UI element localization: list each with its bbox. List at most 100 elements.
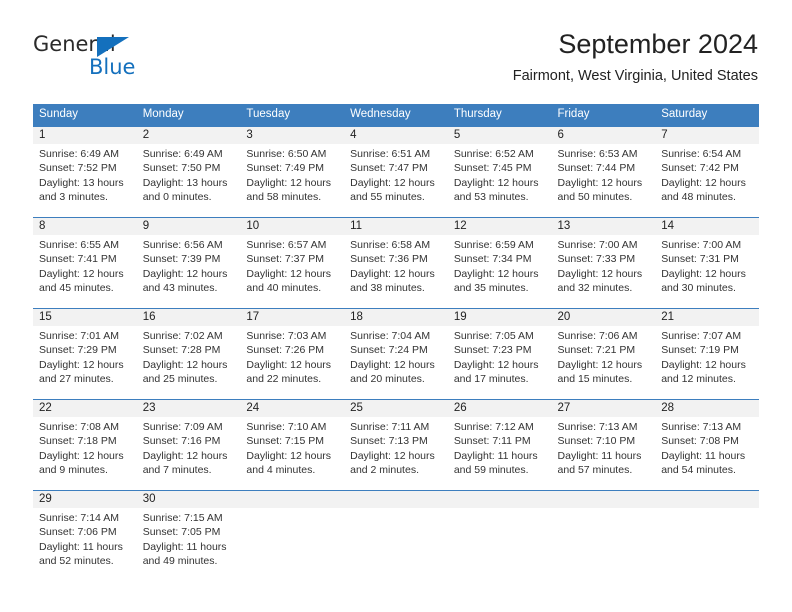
day-cell[interactable]: 22 Sunrise: 7:08 AM Sunset: 7:18 PM Dayl… — [33, 400, 137, 490]
day-cell-empty — [448, 491, 552, 581]
weekday-header-sunday: Sunday — [39, 108, 79, 120]
daylight-text-line2: and 17 minutes. — [453, 372, 529, 385]
daylight-text-line1: Daylight: 12 hours — [142, 267, 228, 280]
week-row: 8 Sunrise: 6:55 AM Sunset: 7:41 PM Dayli… — [33, 217, 759, 308]
sunset-text: Sunset: 7:10 PM — [557, 435, 636, 448]
day-number: 15 — [39, 311, 52, 323]
daylight-text-line1: Daylight: 12 hours — [142, 358, 228, 371]
day-cell[interactable]: 27 Sunrise: 7:13 AM Sunset: 7:10 PM Dayl… — [552, 400, 656, 490]
day-details: Sunrise: 6:57 AM Sunset: 7:37 PM Dayligh… — [246, 235, 339, 295]
day-details: Sunrise: 7:02 AM Sunset: 7:28 PM Dayligh… — [143, 326, 236, 386]
week-row: 22 Sunrise: 7:08 AM Sunset: 7:18 PM Dayl… — [33, 399, 759, 490]
daylight-text-line2: and 55 minutes. — [350, 190, 425, 203]
daylight-text-line1: Daylight: 12 hours — [453, 267, 539, 280]
day-number: 3 — [246, 129, 253, 141]
day-cell[interactable]: 6 Sunrise: 6:53 AM Sunset: 7:44 PM Dayli… — [552, 127, 656, 217]
day-details: Sunrise: 7:13 AM Sunset: 7:10 PM Dayligh… — [558, 417, 651, 477]
sunrise-text: Sunrise: 6:51 AM — [350, 148, 431, 160]
day-cell[interactable]: 28 Sunrise: 7:13 AM Sunset: 7:08 PM Dayl… — [655, 400, 759, 490]
daylight-text-line1: Daylight: 12 hours — [350, 449, 435, 462]
sunrise-text: Sunrise: 7:13 AM — [661, 421, 742, 433]
day-cell[interactable]: 19 Sunrise: 7:05 AM Sunset: 7:23 PM Dayl… — [448, 309, 552, 399]
daylight-text-line1: Daylight: 12 hours — [661, 358, 746, 371]
day-cell[interactable]: 11 Sunrise: 6:58 AM Sunset: 7:36 PM Dayl… — [344, 218, 448, 308]
sunrise-text: Sunrise: 7:10 AM — [246, 421, 327, 433]
week-row: 29 Sunrise: 7:14 AM Sunset: 7:06 PM Dayl… — [33, 490, 759, 581]
day-details: Sunrise: 7:05 AM Sunset: 7:23 PM Dayligh… — [454, 326, 547, 386]
day-details: Sunrise: 6:59 AM Sunset: 7:34 PM Dayligh… — [454, 235, 547, 295]
day-cell[interactable]: 18 Sunrise: 7:04 AM Sunset: 7:24 PM Dayl… — [344, 309, 448, 399]
day-details: Sunrise: 7:06 AM Sunset: 7:21 PM Dayligh… — [558, 326, 651, 386]
day-cell[interactable]: 26 Sunrise: 7:12 AM Sunset: 7:11 PM Dayl… — [448, 400, 552, 490]
day-number: 17 — [246, 311, 260, 323]
day-cell[interactable]: 2 Sunrise: 6:49 AM Sunset: 7:50 PM Dayli… — [137, 127, 241, 217]
sunset-text: Sunset: 7:06 PM — [39, 526, 117, 539]
week-row: 1 Sunrise: 6:49 AM Sunset: 7:52 PM Dayli… — [33, 126, 759, 217]
page-header: General Blue September 2024 Fairmont, We… — [0, 0, 792, 100]
day-cell[interactable]: 10 Sunrise: 6:57 AM Sunset: 7:37 PM Dayl… — [240, 218, 344, 308]
sunset-text: Sunset: 7:49 PM — [246, 162, 325, 175]
sunrise-text: Sunrise: 7:00 AM — [661, 239, 742, 251]
sunrise-text: Sunrise: 7:15 AM — [142, 512, 223, 524]
weekday-header-row: Sunday Monday Tuesday Wednesday Thursday… — [33, 104, 759, 126]
sunrise-text: Sunrise: 6:49 AM — [142, 148, 223, 160]
day-cell[interactable]: 25 Sunrise: 7:11 AM Sunset: 7:13 PM Dayl… — [344, 400, 448, 490]
daylight-text-line2: and 20 minutes. — [350, 372, 425, 385]
day-cell[interactable]: 13 Sunrise: 7:00 AM Sunset: 7:33 PM Dayl… — [552, 218, 656, 308]
day-number: 30 — [142, 493, 156, 505]
sunrise-text: Sunrise: 6:56 AM — [142, 239, 223, 251]
sunset-text: Sunset: 7:28 PM — [142, 344, 221, 357]
day-number: 12 — [453, 220, 467, 232]
day-cell[interactable]: 7 Sunrise: 6:54 AM Sunset: 7:42 PM Dayli… — [655, 127, 759, 217]
daylight-text-line2: and 9 minutes. — [39, 463, 108, 476]
day-details: Sunrise: 7:14 AM Sunset: 7:06 PM Dayligh… — [39, 508, 132, 568]
day-cell[interactable]: 29 Sunrise: 7:14 AM Sunset: 7:06 PM Dayl… — [33, 491, 137, 581]
day-cell[interactable]: 23 Sunrise: 7:09 AM Sunset: 7:16 PM Dayl… — [137, 400, 241, 490]
day-cell[interactable]: 12 Sunrise: 6:59 AM Sunset: 7:34 PM Dayl… — [448, 218, 552, 308]
daylight-text-line2: and 43 minutes. — [142, 281, 218, 294]
daylight-text-line1: Daylight: 11 hours — [142, 540, 227, 553]
day-cell[interactable]: 21 Sunrise: 7:07 AM Sunset: 7:19 PM Dayl… — [655, 309, 759, 399]
weekday-header-wednesday: Wednesday — [350, 108, 411, 120]
day-cell[interactable]: 16 Sunrise: 7:02 AM Sunset: 7:28 PM Dayl… — [137, 309, 241, 399]
day-cell[interactable]: 4 Sunrise: 6:51 AM Sunset: 7:47 PM Dayli… — [344, 127, 448, 217]
daylight-text-line1: Daylight: 13 hours — [39, 176, 124, 189]
day-cell[interactable]: 8 Sunrise: 6:55 AM Sunset: 7:41 PM Dayli… — [33, 218, 137, 308]
daylight-text-line1: Daylight: 12 hours — [661, 267, 746, 280]
daylight-text-line2: and 22 minutes. — [246, 372, 322, 385]
day-number: 5 — [453, 129, 461, 141]
daylight-text-line1: Daylight: 12 hours — [453, 358, 539, 371]
day-cell[interactable]: 17 Sunrise: 7:03 AM Sunset: 7:26 PM Dayl… — [240, 309, 344, 399]
day-cell[interactable]: 24 Sunrise: 7:10 AM Sunset: 7:15 PM Dayl… — [240, 400, 344, 490]
day-number: 21 — [661, 311, 675, 323]
day-cell[interactable]: 5 Sunrise: 6:52 AM Sunset: 7:45 PM Dayli… — [448, 127, 552, 217]
daylight-text-line1: Daylight: 12 hours — [557, 176, 643, 189]
daylight-text-line2: and 27 minutes. — [39, 372, 114, 385]
day-cell[interactable]: 1 Sunrise: 6:49 AM Sunset: 7:52 PM Dayli… — [33, 127, 137, 217]
weekday-header-friday: Friday — [557, 108, 590, 120]
daylight-text-line1: Daylight: 12 hours — [246, 176, 332, 189]
daylight-text-line2: and 15 minutes. — [557, 372, 633, 385]
day-cell[interactable]: 15 Sunrise: 7:01 AM Sunset: 7:29 PM Dayl… — [33, 309, 137, 399]
sunset-text: Sunset: 7:47 PM — [350, 162, 428, 175]
day-cell[interactable]: 9 Sunrise: 6:56 AM Sunset: 7:39 PM Dayli… — [137, 218, 241, 308]
daylight-text-line1: Daylight: 12 hours — [39, 449, 124, 462]
general-blue-logo[interactable]: General Blue — [33, 32, 223, 88]
day-cell[interactable]: 14 Sunrise: 7:00 AM Sunset: 7:31 PM Dayl… — [655, 218, 759, 308]
daylight-text-line1: Daylight: 12 hours — [246, 449, 332, 462]
day-number: 18 — [350, 311, 363, 323]
day-details: Sunrise: 7:12 AM Sunset: 7:11 PM Dayligh… — [454, 417, 547, 477]
sunset-text: Sunset: 7:16 PM — [142, 435, 221, 448]
day-details: Sunrise: 6:50 AM Sunset: 7:49 PM Dayligh… — [246, 144, 339, 204]
sunrise-text: Sunrise: 7:09 AM — [142, 421, 223, 433]
day-cell[interactable]: 20 Sunrise: 7:06 AM Sunset: 7:21 PM Dayl… — [552, 309, 656, 399]
day-cell[interactable]: 30 Sunrise: 7:15 AM Sunset: 7:05 PM Dayl… — [137, 491, 241, 581]
day-number: 9 — [142, 220, 150, 232]
sunset-text: Sunset: 7:29 PM — [39, 344, 117, 357]
daylight-text-line2: and 12 minutes. — [661, 372, 736, 385]
sunrise-text: Sunrise: 7:00 AM — [557, 239, 638, 251]
sunrise-text: Sunrise: 7:01 AM — [39, 330, 119, 342]
daylight-text-line2: and 3 minutes. — [39, 190, 108, 203]
day-cell[interactable]: 3 Sunrise: 6:50 AM Sunset: 7:49 PM Dayli… — [240, 127, 344, 217]
sunrise-text: Sunrise: 7:02 AM — [142, 330, 223, 342]
